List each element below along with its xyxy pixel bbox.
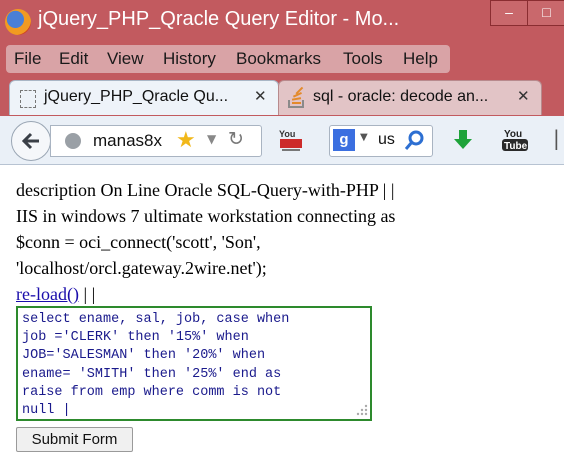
reload-link[interactable]: re-load(): [16, 284, 79, 304]
search-icon[interactable]: [404, 129, 426, 151]
search-input[interactable]: us: [378, 131, 395, 149]
bookmark-star-icon[interactable]: ★: [176, 128, 196, 153]
menu-bar: File Edit View History Bookmarks Tools H…: [0, 42, 564, 76]
stackoverflow-icon: [288, 87, 304, 108]
menu-overflow-icon[interactable]: |: [553, 126, 560, 150]
reload-row: re-load() | |: [16, 281, 561, 307]
description-line: $conn = oci_connect('scott', 'Son',: [16, 232, 261, 252]
svg-text:Tube: Tube: [504, 141, 528, 152]
tab-bar: jQuery_PHP_Qracle Qu... ✕ sql - oracle: …: [0, 76, 564, 182]
back-arrow-icon: [22, 132, 39, 150]
page-content: description On Line Oracle SQL-Query-wit…: [0, 165, 564, 462]
tab-sql-oracle[interactable]: sql - oracle: decode an... ✕: [278, 80, 542, 115]
firefox-logo-icon: [5, 9, 31, 35]
tab-close-icon[interactable]: ✕: [254, 87, 267, 105]
url-dropdown-icon[interactable]: ▼: [207, 132, 216, 146]
google-icon[interactable]: g: [333, 129, 355, 151]
menu-container: File Edit View History Bookmarks Tools H…: [6, 45, 450, 73]
youtube-icon[interactable]: You: [277, 126, 305, 154]
menu-tools[interactable]: Tools: [343, 49, 383, 69]
menu-help[interactable]: Help: [403, 49, 438, 69]
reload-icon[interactable]: ↻: [228, 128, 244, 150]
menu-bookmarks[interactable]: Bookmarks: [236, 49, 321, 69]
title-bar: jQuery_PHP_Qracle Query Editor - Mo... –…: [0, 0, 564, 42]
menu-file[interactable]: File: [14, 49, 41, 69]
tab-close-icon[interactable]: ✕: [517, 87, 530, 105]
url-bar[interactable]: manas8x ★ ▼ ↻: [50, 125, 262, 157]
svg-text:You: You: [279, 129, 295, 139]
description-line: IIS in windows 7 ultimate workstation co…: [16, 206, 396, 226]
download-icon[interactable]: [451, 128, 475, 152]
search-box[interactable]: g ▼ us: [329, 125, 433, 157]
tab-label: sql - oracle: decode an...: [313, 88, 489, 105]
separator: | |: [78, 284, 96, 304]
query-textarea[interactable]: select ename, sal, job, case when job ='…: [16, 306, 372, 421]
back-button[interactable]: [11, 121, 51, 161]
tab-label: jQuery_PHP_Qracle Qu...: [44, 88, 229, 105]
query-text[interactable]: select ename, sal, job, case when job ='…: [22, 311, 367, 420]
tab-query-editor[interactable]: jQuery_PHP_Qracle Qu... ✕: [9, 80, 279, 115]
page-icon: [20, 90, 36, 108]
url-text[interactable]: manas8x: [93, 131, 162, 151]
menu-history[interactable]: History: [163, 49, 216, 69]
maximize-button[interactable]: □: [527, 0, 564, 26]
menu-view[interactable]: View: [107, 49, 144, 69]
menu-edit[interactable]: Edit: [59, 49, 88, 69]
description-line: description On Line Oracle SQL-Query-wit…: [16, 180, 395, 200]
submit-form-button[interactable]: Submit Form: [16, 427, 133, 452]
youtube-icon[interactable]: You Tube: [500, 126, 530, 154]
minimize-button[interactable]: –: [490, 0, 528, 26]
description-line: 'localhost/orcl.gateway.2wire.net');: [16, 258, 267, 278]
globe-icon: [65, 133, 81, 149]
nav-toolbar: manas8x ★ ▼ ↻ You g ▼ us You Tube |: [0, 116, 564, 165]
resize-grip-icon[interactable]: [354, 403, 368, 417]
description-block: description On Line Oracle SQL-Query-wit…: [16, 177, 561, 307]
svg-text:You: You: [504, 129, 522, 140]
window-title: jQuery_PHP_Qracle Query Editor - Mo...: [38, 8, 400, 30]
search-engine-dropdown-icon[interactable]: ▼: [360, 132, 368, 143]
